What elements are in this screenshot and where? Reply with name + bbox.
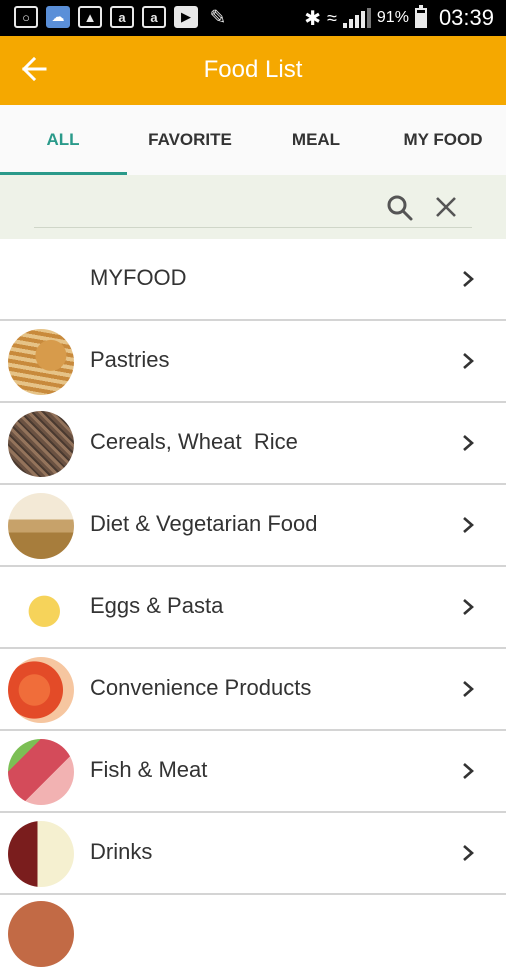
- convenience-image: [8, 657, 74, 723]
- list-item-label: MYFOOD: [90, 265, 187, 290]
- list-item-diet[interactable]: Diet & Vegetarian Food: [0, 485, 506, 567]
- status-bar: ○ ☁ ▲ a a ▶ ✎ ✱ ≈ 91% 03:39: [0, 0, 506, 36]
- image-icon: ▲: [78, 6, 102, 28]
- list-item-label: Pastries: [90, 347, 170, 372]
- message-icon: ○: [14, 6, 38, 28]
- search-bar: [0, 175, 506, 239]
- chevron-right-icon: [463, 353, 474, 369]
- diet-image: [8, 493, 74, 559]
- page-title: Food List: [203, 56, 303, 83]
- amazon-icon: a: [110, 6, 134, 28]
- list-item-pastries[interactable]: Pastries: [0, 321, 506, 403]
- list-item-label: Drinks: [90, 839, 153, 864]
- list-item-myfood[interactable]: MYFOOD: [0, 239, 506, 321]
- category-image: [8, 901, 74, 967]
- list-item-partial[interactable]: [0, 895, 506, 967]
- list-item-drinks[interactable]: Drinks: [0, 813, 506, 895]
- close-icon[interactable]: [434, 195, 458, 219]
- pasta-image: [8, 575, 74, 641]
- tab-my-food[interactable]: MY FOOD: [380, 105, 506, 175]
- cloud-icon: ☁: [46, 6, 70, 28]
- list-item-label: Diet & Vegetarian Food: [90, 511, 318, 536]
- chevron-right-icon: [463, 435, 474, 451]
- bluetooth-icon: ✱: [304, 7, 322, 30]
- amazon-icon: a: [142, 6, 166, 28]
- category-list: MYFOOD Pastries Cereals, Wheat Rice Diet…: [0, 239, 506, 967]
- chevron-right-icon: [463, 681, 474, 697]
- list-item-label: Eggs & Pasta: [90, 593, 224, 618]
- battery-percent: 91%: [376, 9, 409, 26]
- list-item-label: Fish & Meat: [90, 757, 208, 782]
- clock: 03:39: [438, 5, 494, 30]
- tab-bar: ALL FAVORITE MEAL MY FOOD: [0, 105, 506, 175]
- chevron-right-icon: [463, 517, 474, 533]
- wifi-icon: ≈: [327, 7, 337, 28]
- tab-favorite[interactable]: FAVORITE: [127, 105, 253, 175]
- chevron-right-icon: [463, 271, 474, 287]
- app-bar: Food List: [0, 36, 506, 105]
- list-item-eggs-pasta[interactable]: Eggs & Pasta: [0, 567, 506, 649]
- chevron-right-icon: [463, 599, 474, 615]
- search-input[interactable]: [34, 227, 472, 228]
- system-icons: ✱ ≈ 91% 03:39: [304, 0, 494, 36]
- chevron-right-icon: [463, 845, 474, 861]
- list-item-cereals[interactable]: Cereals, Wheat Rice: [0, 403, 506, 485]
- signal-icon: [342, 8, 371, 28]
- list-item-label: Cereals, Wheat Rice: [90, 429, 298, 454]
- battery-icon: [414, 5, 427, 28]
- notification-icons: ○ ☁ ▲ a a ▶ ✎: [14, 6, 230, 29]
- list-item-fish-meat[interactable]: Fish & Meat: [0, 731, 506, 813]
- search-icon[interactable]: [386, 194, 414, 222]
- pencil-icon: ✎: [209, 6, 227, 29]
- fish-meat-image: [8, 739, 74, 805]
- drinks-image: [8, 821, 74, 887]
- list-item-convenience[interactable]: Convenience Products: [0, 649, 506, 731]
- tab-meal[interactable]: MEAL: [253, 105, 379, 175]
- list-item-label: Convenience Products: [90, 675, 312, 700]
- pastries-image: [8, 329, 74, 395]
- tab-all[interactable]: ALL: [0, 105, 126, 175]
- youtube-icon: ▶: [174, 6, 198, 28]
- cereals-image: [8, 411, 74, 477]
- chevron-right-icon: [463, 763, 474, 779]
